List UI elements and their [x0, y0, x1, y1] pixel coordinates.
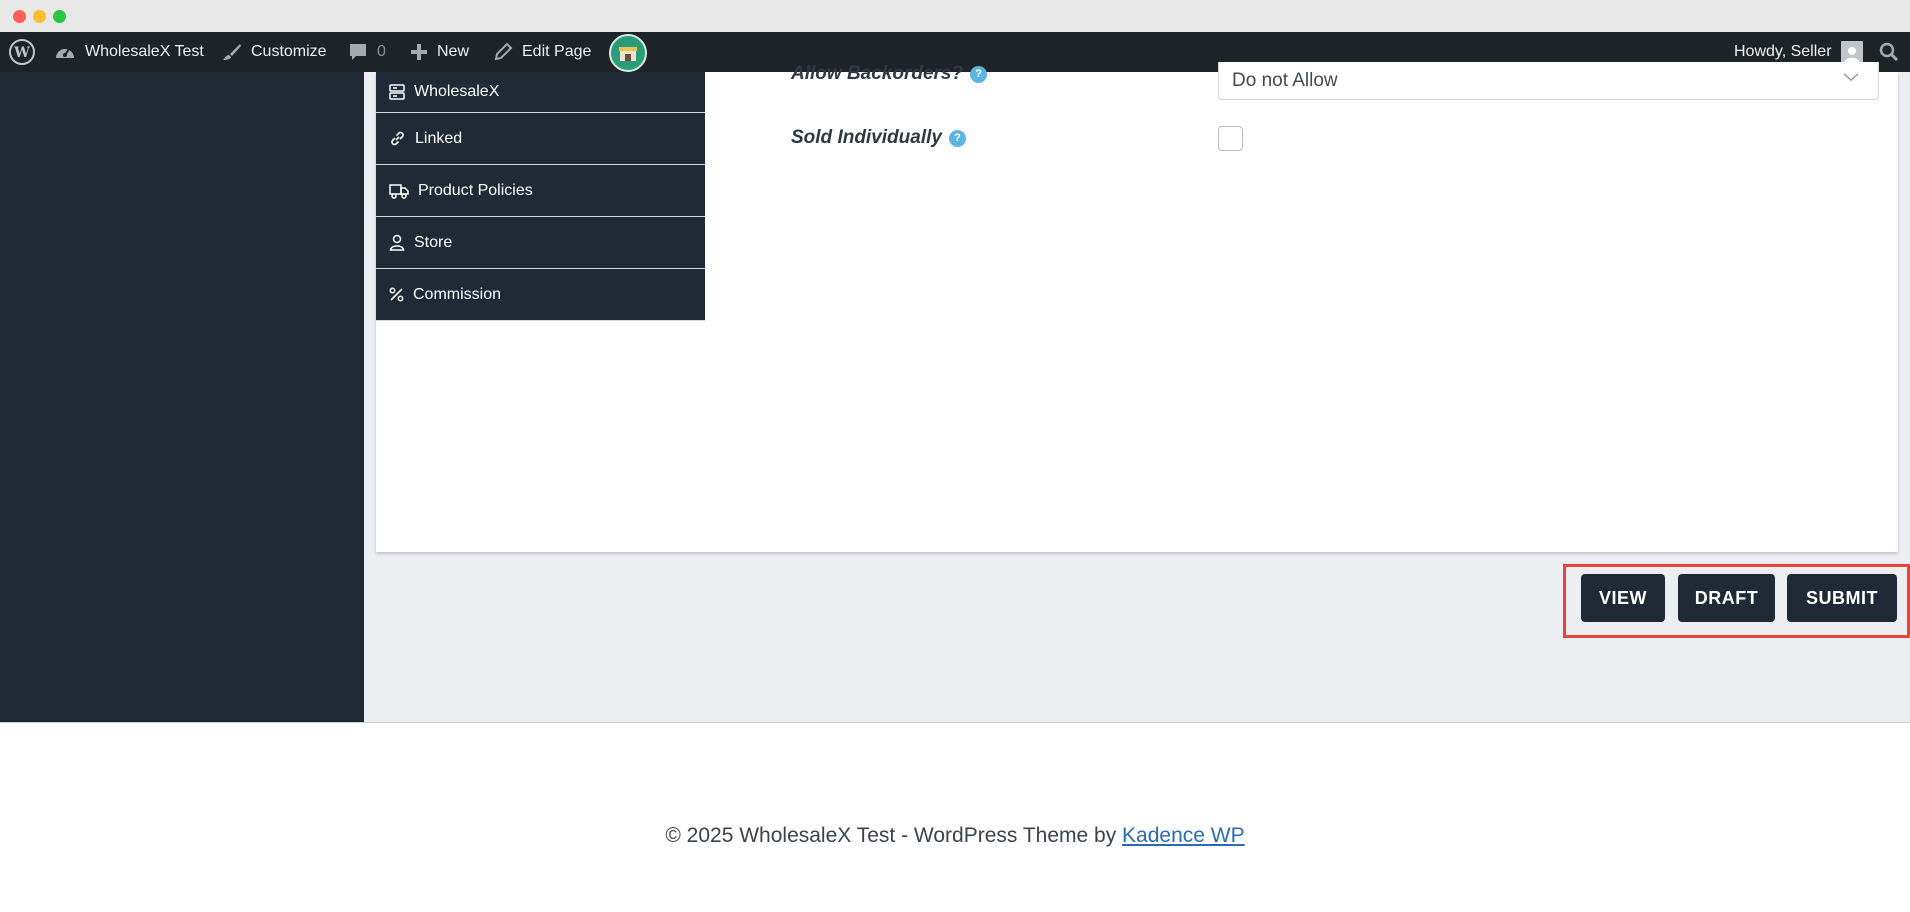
- customize-label: Customize: [251, 43, 327, 60]
- allow-backorders-text: Allow Backorders?: [791, 63, 964, 84]
- tab-label: Commission: [413, 285, 502, 303]
- store-avatar-icon[interactable]: [609, 34, 647, 72]
- minimize-window-button[interactable]: [33, 10, 46, 23]
- allow-backorders-value: Do not Allow: [1232, 69, 1338, 91]
- server-icon: [389, 84, 405, 100]
- tab-label: WholesaleX: [414, 83, 500, 100]
- new-content-link[interactable]: New: [410, 32, 469, 72]
- window-titlebar: [0, 0, 1910, 32]
- help-icon[interactable]: ?: [970, 65, 988, 83]
- submit-button[interactable]: SUBMIT: [1787, 574, 1897, 622]
- tab-label: Store: [414, 233, 453, 251]
- comment-bubble-icon: [350, 44, 366, 60]
- sold-individually-checkbox[interactable]: [1218, 126, 1243, 151]
- tab-label: Linked: [415, 129, 463, 147]
- maximize-window-button[interactable]: [53, 10, 66, 23]
- help-icon[interactable]: ?: [948, 129, 966, 147]
- pencil-icon: [494, 42, 513, 61]
- allow-backorders-select[interactable]: Do not Allow: [1218, 62, 1879, 100]
- site-name-link[interactable]: WholesaleX Test: [54, 32, 204, 72]
- footer-text: © 2025 WholesaleX Test - WordPress Theme…: [665, 824, 1123, 847]
- truck-icon: [389, 183, 409, 199]
- sold-individually-text: Sold Individually: [791, 127, 942, 148]
- view-button[interactable]: VIEW: [1581, 574, 1665, 622]
- divider: [0, 722, 1910, 723]
- tab-wholesalex[interactable]: WholesaleX: [376, 72, 705, 113]
- search-icon[interactable]: [1879, 32, 1899, 72]
- close-window-button[interactable]: [13, 10, 26, 23]
- allow-backorders-label: Allow Backorders? ?: [791, 63, 988, 85]
- percent-icon: [389, 287, 404, 302]
- new-label: New: [437, 43, 470, 60]
- link-icon: [391, 131, 404, 146]
- svg-text:W: W: [13, 45, 30, 61]
- edit-page-label: Edit Page: [522, 43, 592, 60]
- tab-product-policies[interactable]: Product Policies: [376, 165, 705, 217]
- dashboard-icon: [56, 48, 74, 58]
- tab-store[interactable]: Store: [376, 217, 705, 269]
- edit-page-link[interactable]: Edit Page: [493, 32, 591, 72]
- plus-icon: [411, 44, 427, 60]
- comments-count: 0: [377, 43, 386, 60]
- paintbrush-icon: [223, 44, 241, 60]
- site-name-label: WholesaleX Test: [85, 43, 204, 60]
- tab-linked[interactable]: Linked: [376, 113, 705, 165]
- customize-link[interactable]: Customize: [222, 32, 327, 72]
- footer-theme-link[interactable]: Kadence WP: [1122, 824, 1245, 847]
- tab-label: Product Policies: [418, 181, 533, 199]
- comments-link[interactable]: 0: [348, 32, 386, 72]
- user-icon: [389, 234, 405, 251]
- draft-button[interactable]: DRAFT: [1678, 574, 1775, 622]
- greeting-label: Howdy, Seller: [1734, 43, 1832, 60]
- product-data-tabs: WholesaleX Linked Product Policies Store…: [376, 72, 705, 321]
- user-avatar-icon: [1840, 41, 1863, 63]
- dashboard-sidebar: [0, 72, 364, 723]
- tab-commission[interactable]: Commission: [376, 269, 705, 321]
- sold-individually-label: Sold Individually ?: [791, 127, 966, 149]
- chevron-down-icon: [1843, 73, 1859, 82]
- site-footer: © 2025 WholesaleX Test - WordPress Theme…: [0, 824, 1910, 848]
- wordpress-logo-icon[interactable]: W: [9, 32, 35, 72]
